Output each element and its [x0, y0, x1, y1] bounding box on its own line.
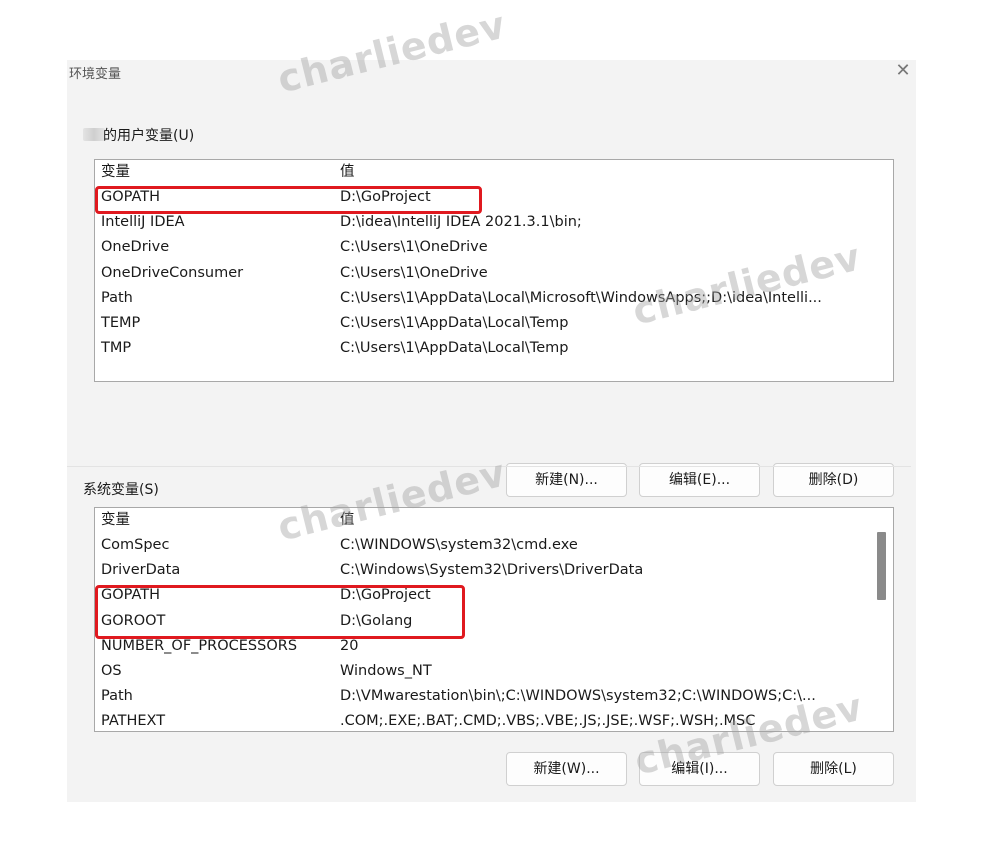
- variable-value: Windows_NT: [340, 662, 432, 679]
- list-item[interactable]: ComSpec C:\WINDOWS\system32\cmd.exe: [95, 533, 893, 558]
- system-delete-button[interactable]: 删除(L): [773, 752, 894, 786]
- column-header-value[interactable]: 值: [340, 160, 355, 185]
- system-new-button[interactable]: 新建(W)...: [506, 752, 627, 786]
- variable-name: OS: [101, 662, 122, 679]
- list-header: 变量 值: [95, 160, 893, 185]
- list-item[interactable]: TEMP C:\Users\1\AppData\Local\Temp: [95, 311, 893, 336]
- column-header-name[interactable]: 变量: [101, 508, 130, 533]
- variable-value: C:\Users\1\OneDrive: [340, 264, 488, 281]
- list-item[interactable]: OneDriveConsumer C:\Users\1\OneDrive: [95, 261, 893, 286]
- variable-name: DriverData: [101, 562, 181, 579]
- list-item[interactable]: PATHEXT .COM;.EXE;.BAT;.CMD;.VBS;.VBE;.J…: [95, 709, 893, 731]
- variable-value: C:\Users\1\AppData\Local\Microsoft\Windo…: [340, 289, 822, 306]
- column-header-name[interactable]: 变量: [101, 160, 130, 185]
- variable-name: OneDriveConsumer: [101, 264, 244, 281]
- column-header-value[interactable]: 值: [340, 508, 355, 533]
- variable-value: .COM;.EXE;.BAT;.CMD;.VBS;.VBE;.JS;.JSE;.…: [340, 713, 756, 730]
- list-item[interactable]: OneDrive C:\Users\1\OneDrive: [95, 235, 893, 260]
- user-variables-label: 的用户变量(U): [103, 128, 195, 144]
- variable-name: Path: [101, 289, 133, 306]
- environment-variables-dialog: 环境变量 ✕ 的用户变量(U) 变量 值 GOPATH D:\GoProject…: [67, 60, 916, 802]
- highlight-user-gopath: [95, 186, 482, 214]
- user-variables-section: 的用户变量(U) 变量 值 GOPATH D:\GoProject Intell…: [67, 120, 911, 520]
- dialog-title: 环境变量: [69, 67, 122, 82]
- variable-value: C:\WINDOWS\system32\cmd.exe: [340, 537, 578, 553]
- variable-value: C:\Users\1\AppData\Local\Temp: [340, 314, 569, 331]
- list-item[interactable]: OS Windows_NT: [95, 659, 893, 684]
- highlight-system-gopath-goroot: [95, 585, 465, 639]
- variable-value: C:\Users\1\OneDrive: [340, 239, 488, 256]
- variable-name: PATHEXT: [101, 713, 166, 730]
- list-item[interactable]: TMP C:\Users\1\AppData\Local\Temp: [95, 336, 893, 361]
- variable-name: TMP: [101, 340, 132, 357]
- list-item[interactable]: Path D:\VMwarestation\bin\;C:\WINDOWS\sy…: [95, 684, 893, 709]
- close-icon[interactable]: ✕: [892, 60, 914, 82]
- variable-value: D:\VMwarestation\bin\;C:\WINDOWS\system3…: [340, 688, 816, 705]
- system-variables-label: 系统变量(S): [83, 482, 159, 498]
- variable-name: TEMP: [101, 314, 141, 331]
- variable-value: C:\Users\1\AppData\Local\Temp: [340, 340, 569, 357]
- vertical-scrollbar-thumb[interactable]: [877, 532, 886, 600]
- list-item[interactable]: DriverData C:\Windows\System32\Drivers\D…: [95, 558, 893, 583]
- variable-name: OneDrive: [101, 239, 170, 256]
- list-header: 变量 值: [95, 508, 893, 533]
- variable-name: Path: [101, 688, 133, 705]
- system-edit-button[interactable]: 编辑(I)...: [639, 752, 760, 786]
- variable-value: C:\Windows\System32\Drivers\DriverData: [340, 562, 644, 579]
- variable-name: ComSpec: [101, 537, 170, 553]
- list-item[interactable]: Path C:\Users\1\AppData\Local\Microsoft\…: [95, 286, 893, 311]
- redacted-username: [83, 128, 105, 141]
